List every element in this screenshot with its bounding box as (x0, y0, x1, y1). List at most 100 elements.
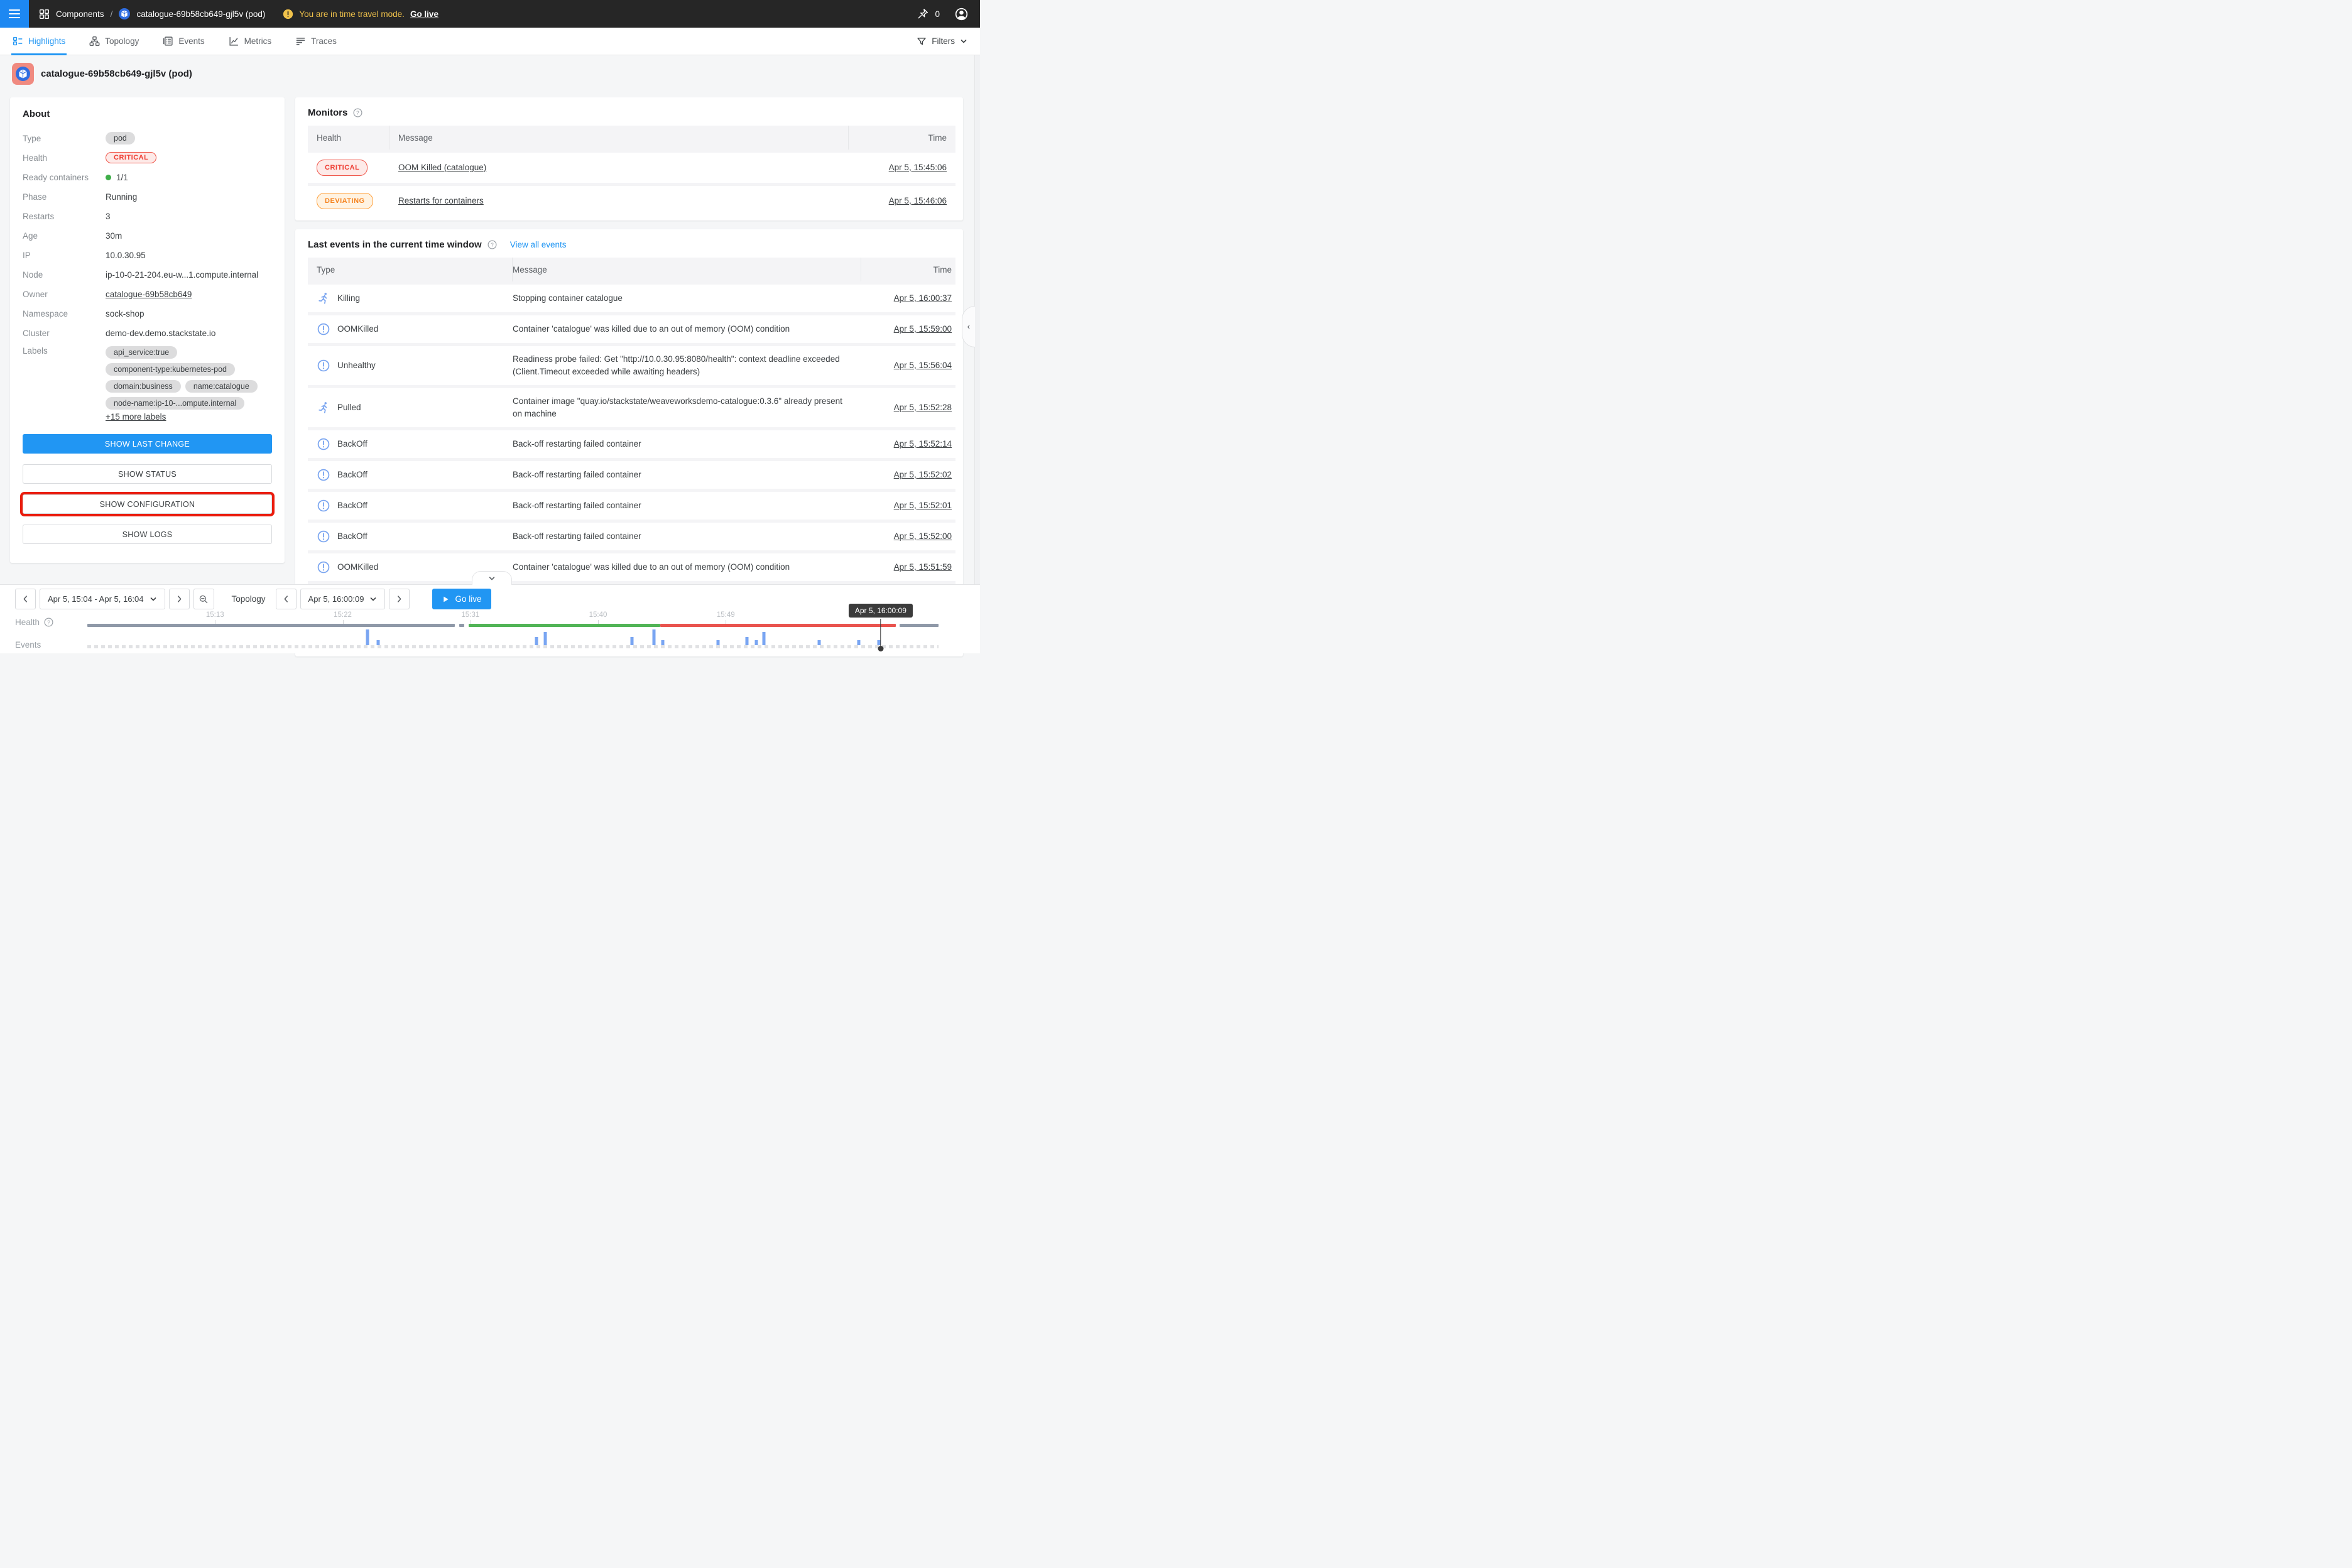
event-row: BackOff Back-off restarting failed contai… (308, 427, 956, 458)
event-time-cell: Apr 5, 16:00:37 (861, 285, 956, 312)
about-row-ready-containers: Ready containers1/1 (23, 171, 272, 183)
field-value: 10.0.30.95 (106, 251, 146, 260)
go-live-link[interactable]: Go live (410, 9, 438, 19)
field-label: Namespace (23, 309, 106, 318)
field-value: demo-dev.demo.stackstate.io (106, 329, 215, 338)
alert-icon (317, 468, 330, 482)
health-track-label: Health ? (15, 618, 53, 627)
tab-highlights[interactable]: Highlights (13, 28, 65, 55)
expand-side-panel-button[interactable] (962, 306, 975, 347)
pin-icon[interactable] (917, 8, 929, 20)
timeline-tick-label: 15:40 (589, 611, 607, 619)
view-all-events-link[interactable]: View all events (510, 240, 567, 249)
about-row-health: HealthCRITICAL (23, 151, 272, 164)
breadcrumb-entity[interactable]: catalogue-69b58cb649-gjl5v (pod) (136, 9, 265, 19)
about-row-age: Age30m (23, 229, 272, 242)
breadcrumb-separator: / (111, 9, 113, 19)
event-time-link[interactable]: Apr 5, 15:51:59 (894, 561, 952, 574)
tab-metrics[interactable]: Metrics (229, 28, 272, 55)
about-row-ip: IP10.0.30.95 (23, 249, 272, 261)
event-message-cell: Readiness probe failed: Get "http://10.0… (513, 346, 861, 385)
label-pill: domain:business (106, 380, 181, 393)
show-logs-button[interactable]: SHOW LOGS (23, 525, 272, 544)
about-row-type: Typepod (23, 132, 272, 144)
svg-text:?: ? (47, 619, 50, 625)
event-time-link[interactable]: Apr 5, 15:52:02 (894, 469, 952, 481)
event-time-cell: Apr 5, 15:52:01 (861, 493, 956, 519)
event-time-link[interactable]: Apr 5, 16:00:37 (894, 292, 952, 305)
monitor-time-link[interactable]: Apr 5, 15:45:06 (889, 161, 947, 174)
event-type-cell: BackOff (308, 430, 513, 458)
timeline-panel: Apr 5, 15:04 - Apr 5, 16:04 Topology Apr… (0, 584, 980, 653)
event-bar (631, 637, 634, 645)
monitor-message-link[interactable]: OOM Killed (catalogue) (398, 161, 486, 174)
event-row: OOMKilled Container 'catalogue' was kille… (308, 550, 956, 581)
about-row-owner: Ownercatalogue-69b58cb649 (23, 288, 272, 300)
field-value: Running (106, 192, 137, 202)
event-row: UnhealthyReadiness probe failed: Get "ht… (308, 343, 956, 385)
collapse-timeline-button[interactable] (472, 571, 512, 585)
event-bar (543, 632, 547, 645)
help-icon[interactable]: ? (487, 240, 497, 249)
event-time-link[interactable]: Apr 5, 15:52:28 (894, 401, 952, 414)
monitor-time-cell: Apr 5, 15:45:06 (849, 155, 956, 181)
field-label: Phase (23, 192, 106, 202)
about-row-labels: Labels api_service:truecomponent-type:ku… (23, 346, 272, 422)
help-icon[interactable]: ? (44, 618, 53, 627)
time-marker-dot[interactable] (878, 646, 883, 651)
user-avatar[interactable] (954, 7, 969, 21)
monitor-health-badge: CRITICAL (317, 160, 368, 176)
alert-icon (317, 437, 330, 451)
about-buttons: SHOW LAST CHANGE SHOW STATUS SHOW CONFIGUR… (23, 434, 272, 544)
filters-button[interactable]: Filters (917, 36, 967, 46)
about-row-cluster: Clusterdemo-dev.demo.stackstate.io (23, 327, 272, 339)
event-time-link[interactable]: Apr 5, 15:52:00 (894, 530, 952, 543)
label-pill: name:catalogue (185, 380, 258, 393)
event-message-cell: Stopping container catalogue (513, 285, 861, 312)
event-time-link[interactable]: Apr 5, 15:52:01 (894, 499, 952, 512)
events-table-header: TypeMessageTime (308, 258, 956, 281)
health-badge: CRITICAL (106, 152, 156, 163)
breadcrumb-components[interactable]: Components (56, 9, 104, 19)
event-type-label: OOMKilled (337, 561, 378, 574)
monitor-message-cell: Restarts for containers (389, 188, 849, 214)
show-configuration-button[interactable]: SHOW CONFIGURATION (23, 494, 272, 514)
field-value: 30m (106, 231, 122, 241)
monitors-title: Monitors (308, 107, 347, 118)
more-labels-link[interactable]: +15 more labels (106, 412, 166, 422)
event-message-cell: Container 'catalogue' was killed due to … (513, 316, 861, 342)
tab-label: Traces (311, 36, 337, 46)
tab-traces[interactable]: Traces (295, 28, 337, 55)
event-message-cell: Back-off restarting failed container (513, 431, 861, 457)
time-marker-line (880, 619, 881, 646)
event-time-link[interactable]: Apr 5, 15:59:00 (894, 323, 952, 335)
timeline-track[interactable]: 15:1315:2215:3115:4015:49Apr 5, 16:00:09 (87, 585, 939, 654)
event-bar (857, 640, 860, 645)
help-icon[interactable]: ? (353, 108, 362, 117)
svg-text:?: ? (356, 109, 359, 116)
monitor-time-link[interactable]: Apr 5, 15:46:06 (889, 195, 947, 207)
event-time-link[interactable]: Apr 5, 15:56:04 (894, 359, 952, 372)
show-status-button[interactable]: SHOW STATUS (23, 464, 272, 484)
about-row-node: Nodeip-10-0-21-204.eu-w...1.compute.inte… (23, 268, 272, 281)
previous-range-button[interactable] (15, 589, 36, 609)
show-last-change-button[interactable]: SHOW LAST CHANGE (23, 434, 272, 454)
hamburger-menu-button[interactable] (0, 0, 29, 28)
health-segment-unknown (900, 624, 939, 627)
about-title: About (23, 109, 272, 119)
label-pill: api_service:true (106, 346, 177, 359)
tab-topology[interactable]: Topology (89, 28, 139, 55)
monitor-message-link[interactable]: Restarts for containers (398, 195, 484, 207)
about-panel: About Typepod HealthCRITICAL Ready contain… (10, 97, 285, 563)
event-type-label: BackOff (337, 438, 368, 450)
event-bar (746, 637, 749, 645)
events-title: Last events in the current time window (308, 239, 482, 250)
alert-icon (317, 530, 330, 543)
field-value: catalogue-69b58cb649 (106, 290, 192, 299)
event-time-link[interactable]: Apr 5, 15:52:14 (894, 438, 952, 450)
monitors-column-message: Message (389, 126, 849, 150)
tab-events[interactable]: Events (163, 28, 204, 55)
owner-link[interactable]: catalogue-69b58cb649 (106, 290, 192, 299)
event-message-cell: Container image "quay.io/stackstate/weav… (513, 388, 861, 427)
event-message-cell: Container 'catalogue' was killed due to … (513, 554, 861, 580)
